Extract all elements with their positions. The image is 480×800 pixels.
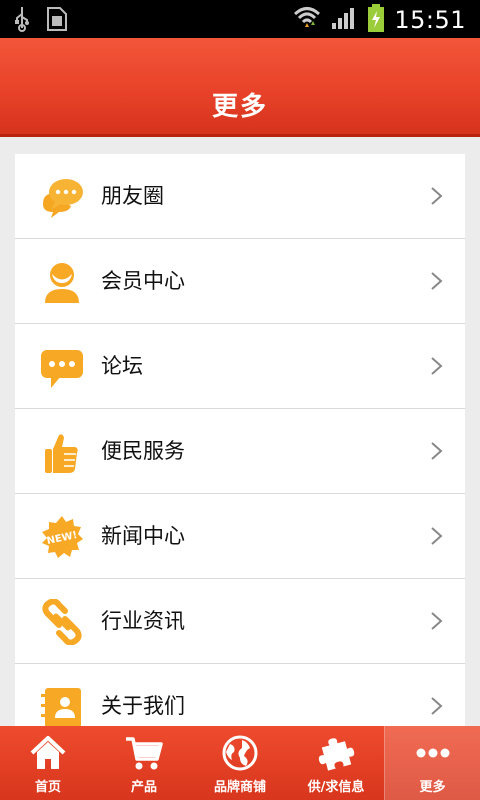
wifi-icon (292, 3, 322, 37)
sd-card-icon (46, 6, 68, 36)
chat-bubbles-icon (43, 179, 83, 218)
contact-card-icon (41, 688, 81, 728)
menu-item-member-center[interactable]: 会员中心 (15, 239, 465, 324)
tab-label: 供/求信息 (307, 780, 365, 795)
menu-item-label: 会员中心 (101, 269, 185, 293)
link-icon (42, 599, 82, 645)
usb-icon (14, 6, 30, 36)
tab-label: 品牌商铺 (213, 780, 266, 795)
home-icon (30, 736, 66, 769)
signal-icon (330, 5, 358, 35)
menu-item-news-center[interactable]: NEW! 新闻中心 (15, 494, 465, 579)
menu-item-label: 朋友圈 (101, 184, 164, 208)
menu-item-label: 新闻中心 (101, 524, 185, 548)
forum-icon (41, 350, 83, 388)
menu-item-label: 论坛 (101, 354, 143, 378)
app-header: 更多 (0, 38, 480, 137)
menu-item-label: 便民服务 (101, 439, 185, 463)
tab-supply-demand[interactable]: 供/求信息 (288, 726, 384, 800)
tab-more[interactable]: 更多 (384, 726, 480, 800)
more-dots-icon (416, 748, 450, 758)
tab-label: 更多 (419, 780, 446, 795)
menu-item-industry-news[interactable]: 行业资讯 (15, 579, 465, 664)
status-bar: 15:51 (0, 0, 480, 38)
chevron-right-icon (431, 612, 443, 630)
chevron-right-icon (431, 697, 443, 715)
menu-item-label: 行业资讯 (101, 609, 185, 633)
cart-icon (126, 737, 163, 770)
status-time: 15:51 (394, 6, 466, 34)
menu-item-label: 关于我们 (101, 694, 185, 718)
chevron-right-icon (431, 357, 443, 375)
battery-icon (366, 3, 386, 37)
globe-icon (222, 735, 258, 771)
chevron-right-icon (431, 527, 443, 545)
menu-item-convenience-services[interactable]: 便民服务 (15, 409, 465, 494)
menu-item-moments[interactable]: 朋友圈 (15, 154, 465, 239)
tab-label: 首页 (34, 780, 61, 795)
puzzle-icon (318, 738, 355, 771)
tab-label: 产品 (130, 780, 157, 795)
new-badge-icon: NEW! (42, 516, 83, 558)
page-title: 更多 (211, 92, 268, 122)
thumbs-up-icon (45, 434, 78, 473)
menu-item-forum[interactable]: 论坛 (15, 324, 465, 409)
tab-products[interactable]: 产品 (96, 726, 192, 800)
bottom-tab-bar: 首页 产品 品牌商铺 供/求信息 更多 (0, 726, 480, 800)
member-icon (45, 263, 79, 303)
chevron-right-icon (431, 272, 443, 290)
chevron-right-icon (431, 442, 443, 460)
menu-list: 朋友圈 会员中心 论坛 便民服务 NEW! 新闻中心 行业资讯 关于我们 (15, 154, 465, 749)
tab-home[interactable]: 首页 (0, 726, 96, 800)
chevron-right-icon (431, 187, 443, 205)
tab-brand-stores[interactable]: 品牌商铺 (192, 726, 288, 800)
